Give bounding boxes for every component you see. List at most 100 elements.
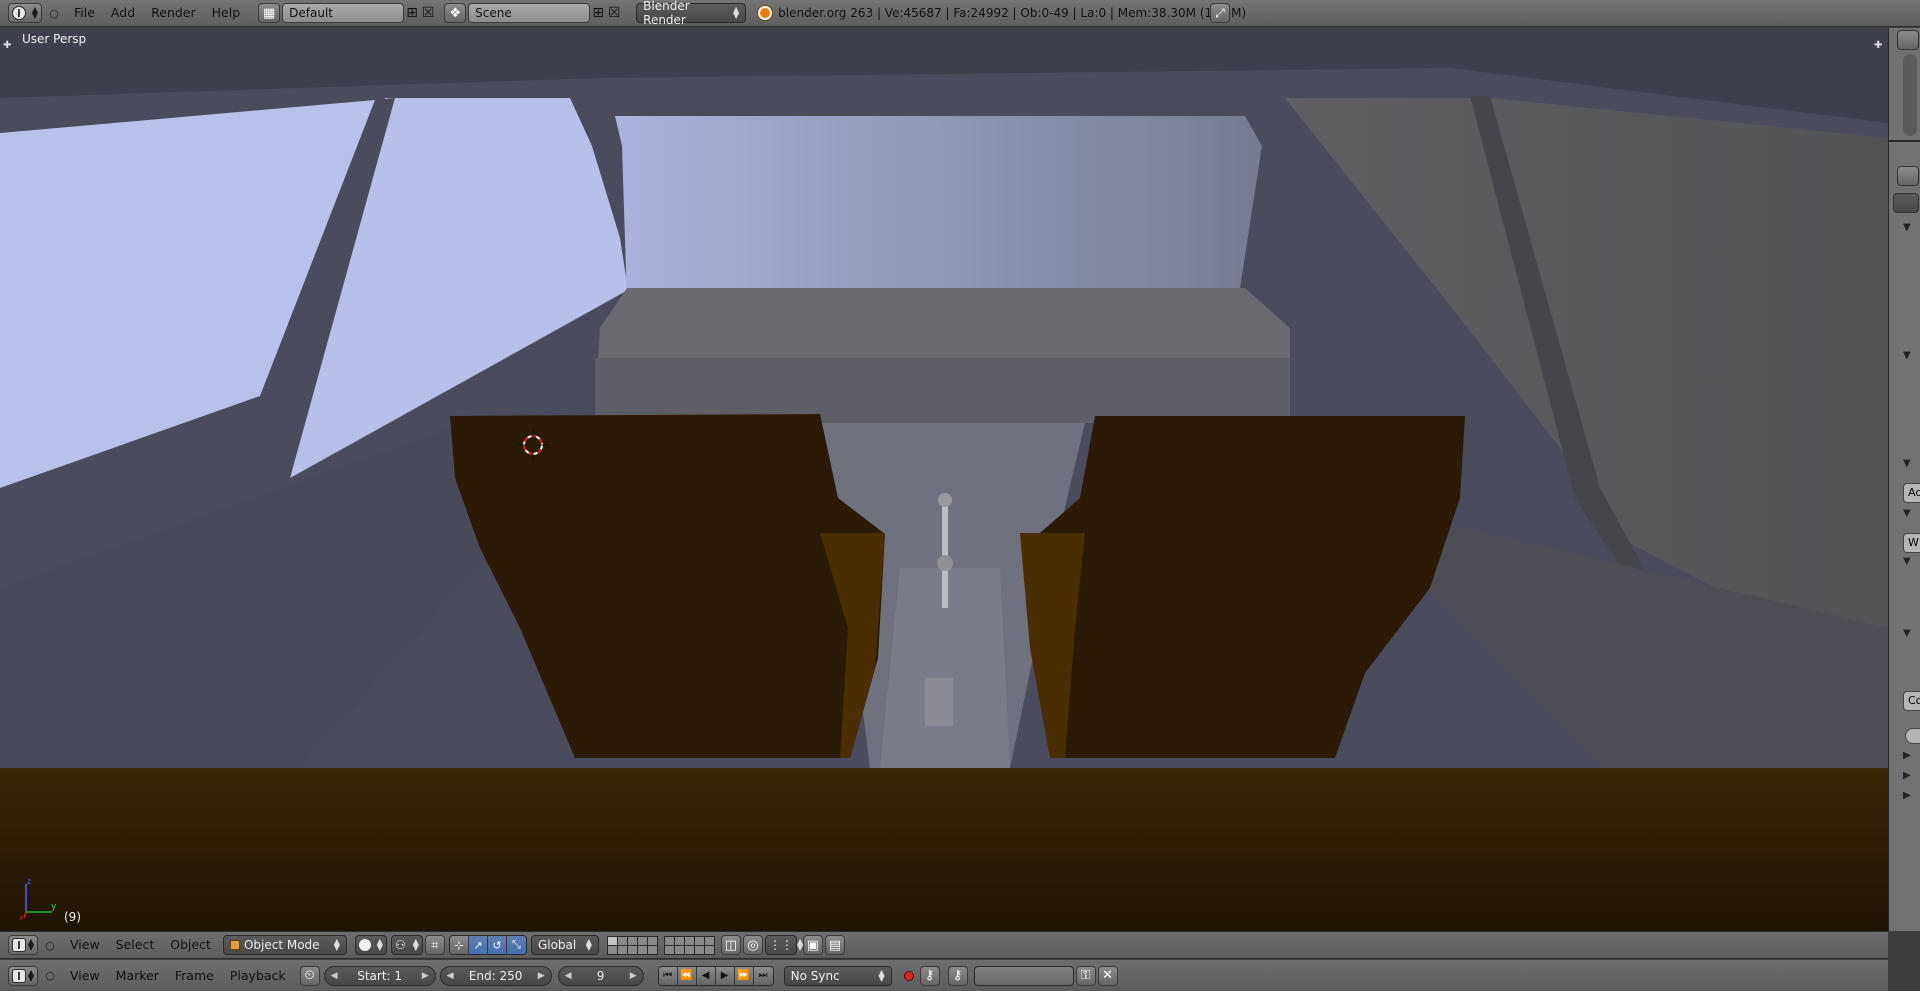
- increment-icon[interactable]: ▶: [630, 971, 637, 981]
- panel-expand-icon[interactable]: ▶: [1903, 790, 1911, 801]
- end-frame-field[interactable]: ◀ End: 250 ▶: [439, 965, 552, 986]
- editor-type-selector[interactable]: ▲ ▼: [8, 3, 42, 23]
- properties-editor-icon[interactable]: [1897, 166, 1919, 186]
- increment-icon[interactable]: ▶: [422, 971, 429, 981]
- blender-logo-icon: [758, 6, 773, 20]
- manipulator-group: ⊹ ↗ ↺ ⤡: [448, 935, 527, 955]
- orientation-label: Global: [537, 938, 577, 952]
- manipulator-toggle-icon[interactable]: ⊹: [449, 936, 469, 954]
- decrement-icon[interactable]: ◀: [565, 971, 572, 981]
- add-scene-icon[interactable]: ⊞: [590, 4, 606, 22]
- property-field[interactable]: Ad: [1903, 483, 1920, 503]
- property-field[interactable]: Co: [1903, 691, 1920, 711]
- menu-help[interactable]: Help: [204, 3, 249, 23]
- scene-layers-group-2[interactable]: [663, 935, 715, 955]
- panel-collapse-icon[interactable]: ▼: [1903, 508, 1911, 519]
- menu-select[interactable]: Select: [108, 935, 163, 955]
- viewport-shading-dropdown[interactable]: ▲ ▼: [354, 935, 387, 955]
- toolshelf-toggle-icon[interactable]: ✚: [1874, 40, 1882, 51]
- collapse-menus-icon[interactable]: ○: [46, 7, 62, 20]
- scene-icon[interactable]: ❖: [444, 3, 467, 23]
- keying-set-icon[interactable]: ⚷: [919, 965, 940, 986]
- delete-screen-icon[interactable]: ☒: [420, 4, 436, 22]
- start-frame-field[interactable]: ◀ Start: 1 ▶: [323, 965, 436, 986]
- stats-text: blender.org 263 | Ve:45687 | Fa:24992 | …: [778, 6, 1247, 20]
- transform-orientation-dropdown[interactable]: Global ▲ ▼: [530, 935, 599, 955]
- jump-prev-keyframe-icon[interactable]: ⏪: [677, 966, 697, 985]
- keying-set-field[interactable]: [973, 965, 1074, 986]
- area-divider[interactable]: [1889, 140, 1920, 142]
- scene-layers-group-1[interactable]: [606, 935, 658, 955]
- manipulate-center-icon[interactable]: ⌗: [424, 935, 445, 955]
- render-engine-dropdown[interactable]: Blender Render ▲ ▼: [636, 0, 747, 27]
- start-frame-label: Start: 1: [357, 968, 403, 983]
- timeline-editor-icon: [12, 968, 26, 983]
- panel-collapse-icon[interactable]: ▼: [1903, 556, 1911, 567]
- 3d-viewport[interactable]: User Persp ✚ ✚ z y x (9): [0, 28, 1888, 931]
- panel-expand-icon[interactable]: ▶: [1903, 770, 1911, 781]
- decrement-icon[interactable]: ◀: [331, 971, 338, 981]
- interaction-mode-dropdown[interactable]: Object Mode ▲ ▼: [222, 935, 347, 955]
- sync-mode-dropdown[interactable]: No Sync ▲ ▼: [783, 965, 892, 986]
- outliner-editor-icon[interactable]: [1897, 30, 1919, 50]
- menu-add[interactable]: Add: [103, 3, 143, 23]
- play-reverse-icon[interactable]: ◀: [696, 966, 716, 985]
- screen-layout-field[interactable]: Default: [282, 3, 405, 23]
- delete-scene-icon[interactable]: ☒: [606, 4, 622, 22]
- menu-view[interactable]: View: [62, 966, 108, 986]
- lock-layers-icon[interactable]: ◫: [720, 935, 741, 955]
- scale-manipulator-icon[interactable]: ⤡: [506, 936, 526, 954]
- editor-type-selector[interactable]: ▲ ▼: [8, 965, 38, 986]
- end-frame-label: End: 250: [468, 968, 523, 983]
- snap-element-dropdown[interactable]: ⋮⋮ ▲ ▼: [764, 935, 803, 955]
- screen-layout-icon[interactable]: ▦: [258, 3, 281, 23]
- decrement-icon[interactable]: ◀: [447, 971, 454, 981]
- render-animation-icon[interactable]: ▤: [824, 935, 845, 955]
- auto-keying-button[interactable]: [900, 967, 918, 985]
- editor-type-selector[interactable]: ▲ ▼: [8, 935, 38, 955]
- render-image-icon[interactable]: ▣: [802, 935, 823, 955]
- gear-stick: [942, 498, 948, 608]
- region-split-icon[interactable]: ✚: [3, 40, 11, 51]
- chevron-updown-icon: ▲ ▼: [27, 937, 34, 952]
- menu-frame[interactable]: Frame: [167, 966, 222, 986]
- property-slider[interactable]: [1905, 728, 1920, 744]
- scene-field[interactable]: Scene: [468, 3, 591, 23]
- menu-playback[interactable]: Playback: [222, 966, 294, 986]
- delete-keyframe-icon[interactable]: ✕: [1097, 965, 1118, 986]
- panel-collapse-icon[interactable]: ▼: [1903, 222, 1911, 233]
- panel-expand-icon[interactable]: ▶: [1903, 750, 1911, 761]
- menu-object[interactable]: Object: [162, 935, 219, 955]
- timeline-header: ▲ ▼ ○ View Marker Frame Playback ⏲ ◀ Star…: [0, 960, 1888, 991]
- active-keying-set-icon[interactable]: ⚷: [947, 965, 968, 986]
- increment-icon[interactable]: ▶: [538, 971, 545, 981]
- current-frame-field[interactable]: ◀ 9 ▶: [557, 965, 644, 986]
- collapse-menus-icon[interactable]: ○: [42, 939, 58, 952]
- rotate-manipulator-icon[interactable]: ↺: [487, 936, 507, 954]
- menu-view[interactable]: View: [62, 935, 108, 955]
- chevron-updown-icon: ▲ ▼: [376, 937, 383, 952]
- add-screen-icon[interactable]: ⊞: [404, 4, 420, 22]
- property-field[interactable]: W: [1903, 533, 1920, 553]
- menu-marker[interactable]: Marker: [108, 966, 167, 986]
- menu-render[interactable]: Render: [143, 3, 204, 23]
- play-icon[interactable]: ▶: [715, 966, 735, 985]
- panel-collapse-icon[interactable]: ▼: [1903, 350, 1911, 361]
- jump-next-keyframe-icon[interactable]: ⏩: [734, 966, 754, 985]
- translate-manipulator-icon[interactable]: ↗: [468, 936, 488, 954]
- pivot-point-dropdown[interactable]: ⚇ ▲ ▼: [390, 935, 423, 955]
- fullscreen-toggle-icon[interactable]: ⤢: [1210, 3, 1230, 23]
- record-icon: [903, 970, 914, 981]
- collapse-menus-icon[interactable]: ○: [42, 969, 58, 982]
- outliner-scrollbar[interactable]: [1903, 54, 1917, 136]
- preview-range-icon[interactable]: ⏲: [299, 965, 320, 986]
- world-context-tab[interactable]: [1893, 193, 1919, 213]
- jump-end-icon[interactable]: ⏭: [753, 966, 773, 985]
- 3d-view-editor-icon: [12, 938, 26, 952]
- menu-file[interactable]: File: [66, 3, 103, 23]
- panel-collapse-icon[interactable]: ▼: [1903, 458, 1911, 469]
- panel-collapse-icon[interactable]: ▼: [1903, 628, 1911, 639]
- insert-keyframe-icon[interactable]: ⚿: [1075, 965, 1096, 986]
- jump-start-icon[interactable]: ⏮: [658, 966, 678, 985]
- proportional-edit-icon[interactable]: ◎: [742, 935, 763, 955]
